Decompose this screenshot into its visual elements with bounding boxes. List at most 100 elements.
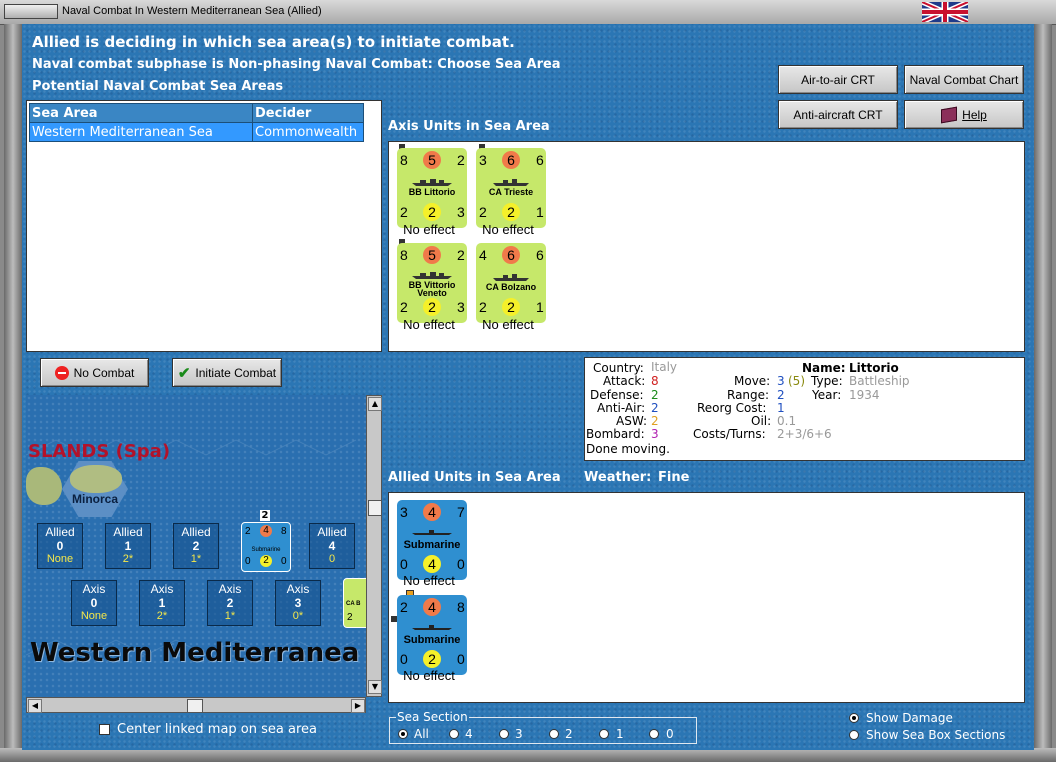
table-row[interactable]: Western Mediterranean Sea Commonwealth xyxy=(29,122,364,142)
mini-axis-counter[interactable]: CA B 2 xyxy=(343,578,366,628)
costs-value: 2+3/6+6 xyxy=(777,427,832,441)
sea-area-cell[interactable]: Western Mediterranean Sea xyxy=(29,122,253,142)
window-menu-button[interactable] xyxy=(4,4,58,19)
axis-sea-box[interactable]: Axis 3 0* xyxy=(275,580,321,626)
defense-value: 6 xyxy=(502,246,520,264)
name-label: Name: xyxy=(802,361,846,375)
weather-label: Weather: xyxy=(584,470,652,485)
air-to-air-crt-button[interactable]: Air-to-air CRT xyxy=(778,65,898,94)
box-side: Axis xyxy=(150,582,174,596)
country-value: Italy xyxy=(651,360,678,374)
allied-sea-box[interactable]: Allied 0 None xyxy=(37,523,83,569)
sea-section-radio-1[interactable] xyxy=(599,729,609,739)
help-label: Help xyxy=(962,107,987,122)
decider-cell[interactable]: Commonwealth xyxy=(252,122,364,142)
scroll-left-arrow[interactable]: ◀ xyxy=(28,699,42,713)
show-damage-radio[interactable] xyxy=(849,713,859,723)
map-horizontal-scrollbar[interactable]: ◀ ▶ xyxy=(26,697,366,713)
attack-value: 2 xyxy=(245,526,251,537)
allied-sea-box[interactable]: Allied 1 2* xyxy=(105,523,151,569)
scroll-thumb[interactable] xyxy=(187,699,203,713)
move-value: 3 xyxy=(777,374,785,388)
year-label: Year: xyxy=(812,388,842,402)
allied-sea-box[interactable]: Allied 2 1* xyxy=(173,523,219,569)
submarine-icon xyxy=(412,530,452,535)
box-side: Axis xyxy=(82,582,106,596)
scroll-thumb[interactable] xyxy=(368,500,382,516)
status-line: Allied is deciding in which sea area(s) … xyxy=(32,33,515,51)
move-extra: (5) xyxy=(788,374,805,388)
anti-aircraft-crt-button[interactable]: Anti-aircraft CRT xyxy=(778,100,898,129)
scroll-down-arrow[interactable]: ▼ xyxy=(368,680,382,694)
column-header-decider[interactable]: Decider xyxy=(252,103,364,123)
axis-sea-box[interactable]: Axis 1 2* xyxy=(139,580,185,626)
map-vertical-scrollbar[interactable]: ▲ ▼ xyxy=(366,395,382,697)
bombard-value: 3 xyxy=(651,427,659,441)
defense-value: 6 xyxy=(502,151,520,169)
defense-value: 5 xyxy=(423,246,441,264)
sea-section-radio-0[interactable] xyxy=(649,729,659,739)
sea-section-radio-2[interactable] xyxy=(549,729,559,739)
help-button[interactable]: Help xyxy=(904,100,1024,129)
mallorca-island xyxy=(26,467,62,505)
axis-unit-counter[interactable]: 3 6 6 CA Trieste 2 2 1 xyxy=(476,148,546,228)
move-label: Move: xyxy=(734,374,771,388)
country-label: Country: xyxy=(593,361,644,375)
column-header-sea-area[interactable]: Sea Area xyxy=(29,103,253,123)
battleship-icon xyxy=(412,272,452,279)
type-label: Type: xyxy=(811,374,843,388)
axis-unit-counter[interactable]: 4 6 6 CA Bolzano 2 2 1 xyxy=(476,243,546,323)
attack-value: 2 xyxy=(400,599,408,615)
center-map-checkbox[interactable] xyxy=(99,724,110,735)
initiate-combat-label: Initiate Combat xyxy=(195,365,277,380)
box-number: 4 xyxy=(328,539,336,553)
no-combat-button[interactable]: No Combat xyxy=(40,358,149,387)
bombard-value: 1 xyxy=(536,299,544,315)
aa-value: 2 xyxy=(400,299,408,315)
range-value: 2 xyxy=(260,555,272,567)
initiate-combat-button[interactable]: ✔ Initiate Combat xyxy=(172,358,282,387)
weather-value: Fine xyxy=(658,470,690,485)
box-status: 1* xyxy=(190,553,202,565)
axis-sea-box[interactable]: Axis 2 1* xyxy=(207,580,253,626)
sea-section-radio-all[interactable] xyxy=(398,729,408,739)
move-value: 7 xyxy=(457,504,465,520)
axis-unit-counter[interactable]: 8 5 2 BB Vittorio Veneto 2 2 3 xyxy=(397,243,467,323)
combat-effect: No effect xyxy=(403,222,455,237)
combat-effect: No effect xyxy=(482,222,534,237)
axis-sea-box[interactable]: Axis 0 None xyxy=(71,580,117,626)
sea-section-radio-4[interactable] xyxy=(449,729,459,739)
range-value: 2 xyxy=(777,388,785,402)
scroll-right-arrow[interactable]: ▶ xyxy=(351,699,365,713)
allied-unit-counter[interactable]: 2 4 8 Submarine 0 2 0 xyxy=(397,595,467,675)
allied-unit-counter[interactable]: 3 4 7 Submarine 0 4 0 xyxy=(397,500,467,580)
box-number: 1 xyxy=(124,539,132,553)
oil-value: 0.1 xyxy=(777,414,797,428)
aa-value: 2 xyxy=(400,204,408,220)
box-status: 1* xyxy=(224,610,236,622)
title-bar: Naval Combat In Western Mediterranean Se… xyxy=(0,0,1056,25)
naval-combat-chart-button[interactable]: Naval Combat Chart xyxy=(904,65,1024,94)
attack-label: Attack: xyxy=(603,374,646,388)
combat-effect: No effect xyxy=(403,573,455,588)
move-value: 2 xyxy=(457,152,465,168)
sea-area-list: Sea Area Decider Western Mediterranean S… xyxy=(26,100,382,352)
attack-value: 4 xyxy=(479,247,487,263)
sea-section-radio-3[interactable] xyxy=(499,729,509,739)
box-side: Allied xyxy=(317,525,347,539)
defense-value: 4 xyxy=(423,503,441,521)
year-value: 1934 xyxy=(849,388,880,402)
aa-value: 0 xyxy=(245,556,251,567)
mini-allied-counter[interactable]: 2 4 8 Submarine 0 2 0 xyxy=(241,522,291,572)
antiair-value: 2 xyxy=(651,401,659,415)
box-side: Allied xyxy=(45,525,75,539)
unit-name: CA B xyxy=(346,601,361,607)
allied-sea-box[interactable]: Allied 4 0 xyxy=(309,523,355,569)
unit-name: BB Littorio xyxy=(408,187,456,197)
island-group-label: SLANDS (Spa) xyxy=(28,441,171,462)
map-view[interactable]: SLANDS (Spa) Minorca Allied 0 None Allied 1… xyxy=(26,395,366,697)
show-sections-radio[interactable] xyxy=(849,730,859,740)
axis-unit-counter[interactable]: 8 5 2 BB Littorio 2 2 3 xyxy=(397,148,467,228)
scroll-up-arrow[interactable]: ▲ xyxy=(368,397,382,411)
combat-effect: No effect xyxy=(403,317,455,332)
